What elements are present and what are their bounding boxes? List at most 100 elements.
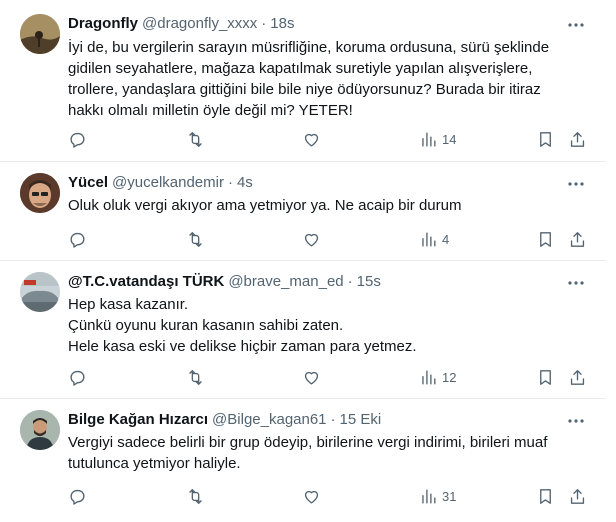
retweet-button[interactable] xyxy=(186,229,205,249)
heart-icon xyxy=(304,371,319,385)
reply-icon xyxy=(70,132,85,148)
views-button[interactable]: 4 xyxy=(419,229,449,249)
retweet-icon xyxy=(189,231,202,247)
display-name[interactable]: Bilge Kağan Hızarcı xyxy=(68,410,208,430)
views-count: 31 xyxy=(442,488,457,504)
like-button[interactable] xyxy=(302,129,321,149)
more-horizontal-icon xyxy=(568,281,584,285)
separator-dot: · xyxy=(347,273,353,290)
timestamp[interactable]: 15s xyxy=(357,272,381,292)
share-icon xyxy=(570,369,585,385)
tweet-card-tc-vatandasi[interactable]: @T.C.vatandaşı TÜRK @brave_man_ed · 15s … xyxy=(0,261,606,399)
share-button[interactable] xyxy=(568,486,587,506)
tweet-text: İyi de, bu vergilerin sarayın müsrifliği… xyxy=(68,37,568,121)
separator-dot: · xyxy=(227,174,233,191)
more-horizontal-icon xyxy=(568,23,584,27)
avatar[interactable] xyxy=(20,272,60,312)
views-bar-chart-icon xyxy=(422,488,436,504)
like-button[interactable] xyxy=(302,229,321,249)
share-icon xyxy=(570,131,585,147)
bookmark-button[interactable] xyxy=(536,129,555,149)
retweet-button[interactable] xyxy=(186,129,205,149)
separator-dot: · xyxy=(330,411,336,428)
tweet-text-line: gidilen seyahatlere, mağaza kapatılmak s… xyxy=(68,60,533,77)
bookmark-button[interactable] xyxy=(536,486,555,506)
timestamp[interactable]: 15 Eki xyxy=(340,410,382,430)
avatar-image xyxy=(20,272,60,312)
tweet-text-line: Hele kasa eski ve delikse hiçbir zaman p… xyxy=(68,338,417,355)
bookmark-icon xyxy=(540,131,551,147)
tweet-text-line: İyi de, bu vergilerin sarayın müsrifliği… xyxy=(68,39,550,56)
more-options-button[interactable] xyxy=(566,273,586,293)
tweet-feed: Dragonfly @dragonfly_xxxx · 18s İyi de, … xyxy=(0,0,616,522)
tweet-text: Oluk oluk vergi akıyor ama yetmiyor ya. … xyxy=(68,195,568,216)
views-count: 4 xyxy=(442,231,450,247)
views-bar-chart-icon xyxy=(422,369,436,385)
views-button[interactable]: 12 xyxy=(419,367,456,387)
tweet-header: Yücel @yucelkandemir · 4s xyxy=(68,173,253,193)
display-name[interactable]: Yücel xyxy=(68,173,108,193)
tweet-text-line: Çünkü oyunu kuran kasanın sahibi zaten. xyxy=(68,317,344,334)
tweet-actions: 31 xyxy=(0,486,606,506)
timestamp[interactable]: 4s xyxy=(237,173,253,193)
separator-dot: · xyxy=(261,15,267,32)
tweet-text: Vergiyi sadece belirli bir grup ödeyip, … xyxy=(68,432,568,474)
bookmark-icon xyxy=(540,369,551,385)
views-button[interactable]: 14 xyxy=(419,129,456,149)
tweet-card-yucel[interactable]: Yücel @yucelkandemir · 4s Oluk oluk verg… xyxy=(0,162,606,261)
display-name[interactable]: Dragonfly xyxy=(68,14,138,34)
share-button[interactable] xyxy=(568,229,587,249)
user-handle[interactable]: @yucelkandemir xyxy=(112,173,224,193)
user-handle[interactable]: @brave_man_ed xyxy=(228,272,343,292)
share-button[interactable] xyxy=(568,129,587,149)
avatar-image xyxy=(20,14,60,54)
more-options-button[interactable] xyxy=(566,15,586,35)
user-handle[interactable]: @dragonfly_xxxx xyxy=(142,14,257,34)
tweet-card-bilge-kagan[interactable]: Bilge Kağan Hızarcı @Bilge_kagan61 · 15 … xyxy=(0,399,606,522)
avatar-image xyxy=(20,410,60,450)
heart-icon xyxy=(304,490,319,504)
bookmark-button[interactable] xyxy=(536,367,555,387)
bookmark-button[interactable] xyxy=(536,229,555,249)
retweet-button[interactable] xyxy=(186,367,205,387)
reply-button[interactable] xyxy=(68,229,87,249)
tweet-card-dragonfly[interactable]: Dragonfly @dragonfly_xxxx · 18s İyi de, … xyxy=(0,0,606,162)
reply-button[interactable] xyxy=(68,367,87,387)
tweet-text: Hep kasa kazanır. Çünkü oyunu kuran kasa… xyxy=(68,294,568,357)
reply-icon xyxy=(70,232,85,248)
retweet-icon xyxy=(189,488,202,504)
reply-icon xyxy=(70,489,85,505)
bookmark-icon xyxy=(540,231,551,247)
avatar[interactable] xyxy=(20,410,60,450)
like-button[interactable] xyxy=(302,367,321,387)
timestamp[interactable]: 18s xyxy=(270,14,294,34)
retweet-icon xyxy=(189,131,202,147)
tweet-actions: 14 xyxy=(0,129,606,149)
views-bar-chart-icon xyxy=(422,131,436,147)
reply-button[interactable] xyxy=(68,129,87,149)
tweet-text-line: tutulunca yetmiyor haliyle. xyxy=(68,455,241,472)
more-options-button[interactable] xyxy=(566,174,586,194)
views-count: 14 xyxy=(442,131,457,147)
tweet-actions: 12 xyxy=(0,367,606,387)
heart-icon xyxy=(304,133,319,147)
retweet-button[interactable] xyxy=(186,486,205,506)
more-horizontal-icon xyxy=(568,419,584,423)
avatar[interactable] xyxy=(20,173,60,213)
avatar[interactable] xyxy=(20,14,60,54)
tweet-text-line: Oluk oluk vergi akıyor ama yetmiyor ya. … xyxy=(68,197,462,214)
share-icon xyxy=(570,488,585,504)
share-button[interactable] xyxy=(568,367,587,387)
views-button[interactable]: 31 xyxy=(419,486,456,506)
user-handle[interactable]: @Bilge_kagan61 xyxy=(212,410,326,430)
tweet-header: Bilge Kağan Hızarcı @Bilge_kagan61 · 15 … xyxy=(68,410,381,430)
tweet-text-line: trollere, yandaşlara gittiğini bile bile… xyxy=(68,81,541,98)
share-icon xyxy=(570,231,585,247)
display-name[interactable]: @T.C.vatandaşı TÜRK xyxy=(68,272,224,292)
views-count: 12 xyxy=(442,369,457,385)
views-bar-chart-icon xyxy=(422,231,436,247)
like-button[interactable] xyxy=(302,486,321,506)
reply-button[interactable] xyxy=(68,486,87,506)
more-options-button[interactable] xyxy=(566,411,586,431)
tweet-header: @T.C.vatandaşı TÜRK @brave_man_ed · 15s xyxy=(68,272,381,292)
